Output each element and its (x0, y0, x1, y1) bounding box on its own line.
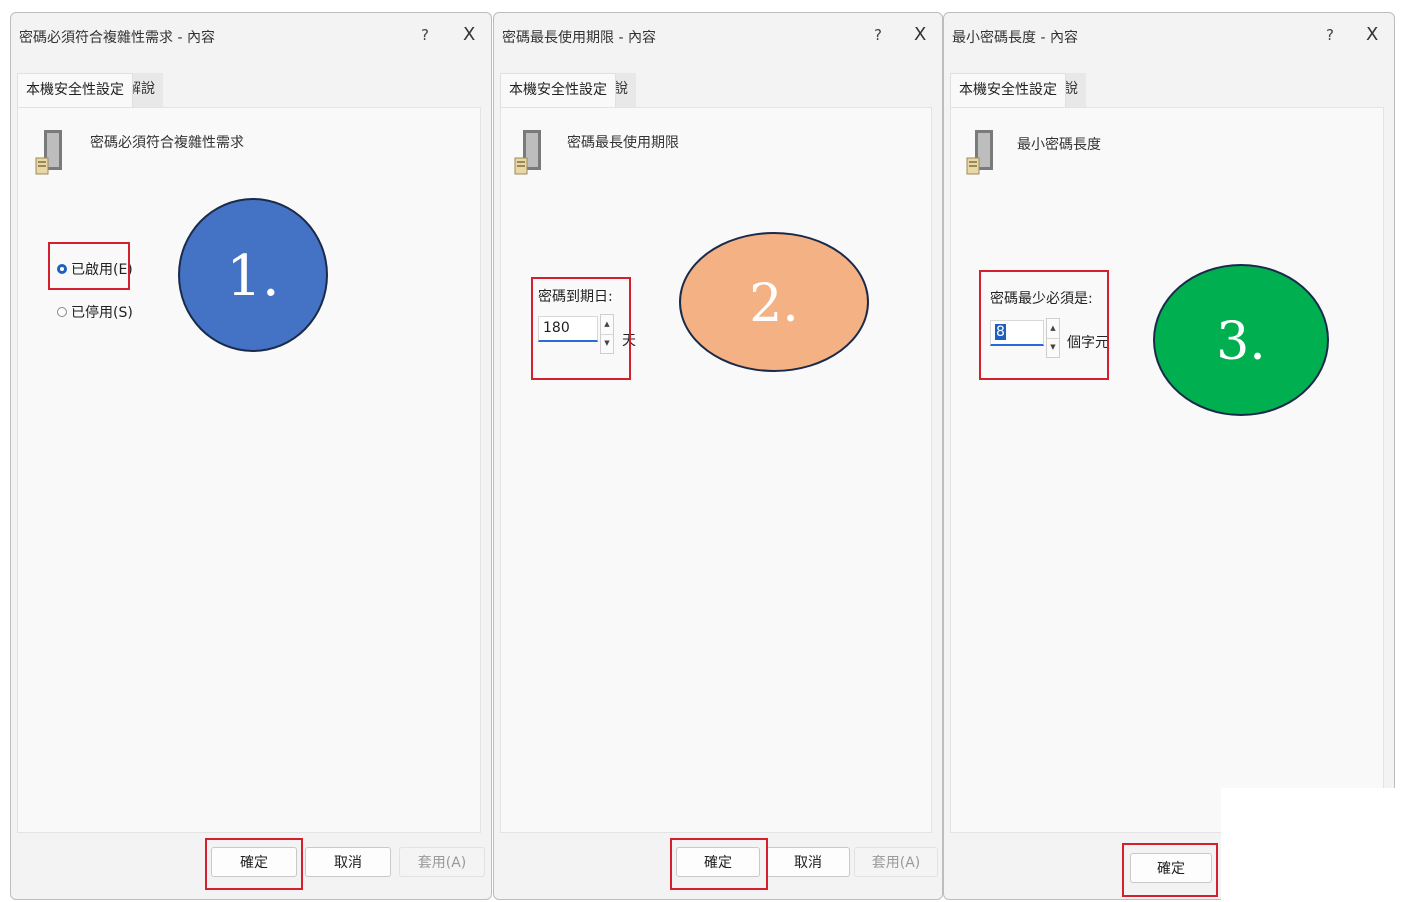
dialog-title: 密碼最長使用期限 - 內容 (502, 30, 656, 46)
dialog-footer: 確定 取消 套用(A) (11, 833, 491, 899)
stepper-up-icon[interactable]: ▲ (1047, 319, 1059, 339)
title-bar: 最小密碼長度 - 內容 ? X (944, 13, 1394, 59)
radio-unchecked-icon (57, 307, 67, 317)
password-age-input[interactable]: 180 (538, 316, 598, 342)
cancel-button[interactable]: 取消 (766, 847, 850, 877)
dialog-title: 密碼必須符合複雜性需求 - 內容 (19, 30, 215, 46)
help-button[interactable]: ? (421, 26, 429, 44)
settings-panel: 密碼最長使用期限 密碼到期日: 180 ▲ ▼ 天 2. (500, 107, 932, 833)
step-marker-2: 2. (679, 232, 869, 372)
radio-checked-icon (57, 264, 67, 274)
dialog-title: 最小密碼長度 - 內容 (952, 30, 1078, 46)
ok-button[interactable]: 確定 (1130, 853, 1212, 883)
max-password-age-dialog: 密碼最長使用期限 - 內容 ? X 本機安全性設定 解說 密碼最長使用期限 密碼… (493, 12, 943, 900)
expires-label: 密碼到期日: (538, 289, 613, 305)
stepper-down-icon[interactable]: ▼ (1047, 338, 1059, 357)
tab-local-security-setting[interactable]: 本機安全性設定 (500, 73, 616, 107)
settings-panel: 最小密碼長度 密碼最少必須是: 8 ▲ ▼ 個字元 3. (950, 107, 1384, 833)
password-age-value: 180 (543, 320, 570, 336)
close-button[interactable]: X (463, 24, 475, 45)
close-button[interactable]: X (1366, 24, 1378, 45)
disabled-label: 已停用(S) (71, 305, 133, 321)
policy-name: 密碼最長使用期限 (567, 135, 679, 151)
title-bar: 密碼最長使用期限 - 內容 ? X (494, 13, 942, 59)
min-length-label: 密碼最少必須是: (990, 291, 1093, 307)
ok-button[interactable]: 確定 (676, 847, 760, 877)
password-age-stepper[interactable]: ▲ ▼ (600, 314, 614, 354)
close-button[interactable]: X (914, 24, 926, 45)
server-policy-icon (514, 130, 541, 175)
step-marker-1: 1. (178, 198, 328, 352)
apply-button[interactable]: 套用(A) (854, 847, 938, 877)
help-button[interactable]: ? (874, 26, 882, 44)
title-bar: 密碼必須符合複雜性需求 - 內容 ? X (11, 13, 491, 59)
ok-button[interactable]: 確定 (211, 847, 297, 877)
policy-name: 密碼必須符合複雜性需求 (90, 135, 244, 151)
tab-local-security-setting[interactable]: 本機安全性設定 (950, 73, 1066, 107)
min-length-stepper[interactable]: ▲ ▼ (1046, 318, 1060, 358)
blank-area (1221, 788, 1407, 902)
days-unit-label: 天 (622, 333, 636, 349)
enabled-label: 已啟用(E) (71, 262, 133, 278)
apply-button[interactable]: 套用(A) (399, 847, 485, 877)
disabled-radio[interactable]: 已停用(S) (57, 302, 133, 322)
stepper-down-icon[interactable]: ▼ (601, 334, 613, 353)
min-password-length-dialog: 最小密碼長度 - 內容 ? X 本機安全性設定 解說 最小密碼長度 密碼最少必須… (943, 12, 1395, 900)
min-length-value: 8 (995, 324, 1006, 340)
help-button[interactable]: ? (1326, 26, 1334, 44)
settings-panel: 密碼必須符合複雜性需求 已啟用(E) 已停用(S) 1. (17, 107, 481, 833)
enabled-radio[interactable]: 已啟用(E) (57, 259, 133, 279)
characters-unit-label: 個字元 (1067, 335, 1109, 351)
policy-name: 最小密碼長度 (1017, 137, 1101, 153)
server-policy-icon (35, 130, 62, 175)
cancel-button[interactable]: 取消 (305, 847, 391, 877)
dialog-footer: 確定 取消 套用(A) (494, 833, 942, 899)
stepper-up-icon[interactable]: ▲ (601, 315, 613, 335)
server-policy-icon (966, 130, 993, 175)
tab-local-security-setting[interactable]: 本機安全性設定 (17, 73, 133, 107)
step-marker-3: 3. (1153, 264, 1329, 416)
password-complexity-dialog: 密碼必須符合複雜性需求 - 內容 ? X 本機安全性設定 解說 密碼必須符合複雜… (10, 12, 492, 900)
min-length-input[interactable]: 8 (990, 320, 1044, 346)
